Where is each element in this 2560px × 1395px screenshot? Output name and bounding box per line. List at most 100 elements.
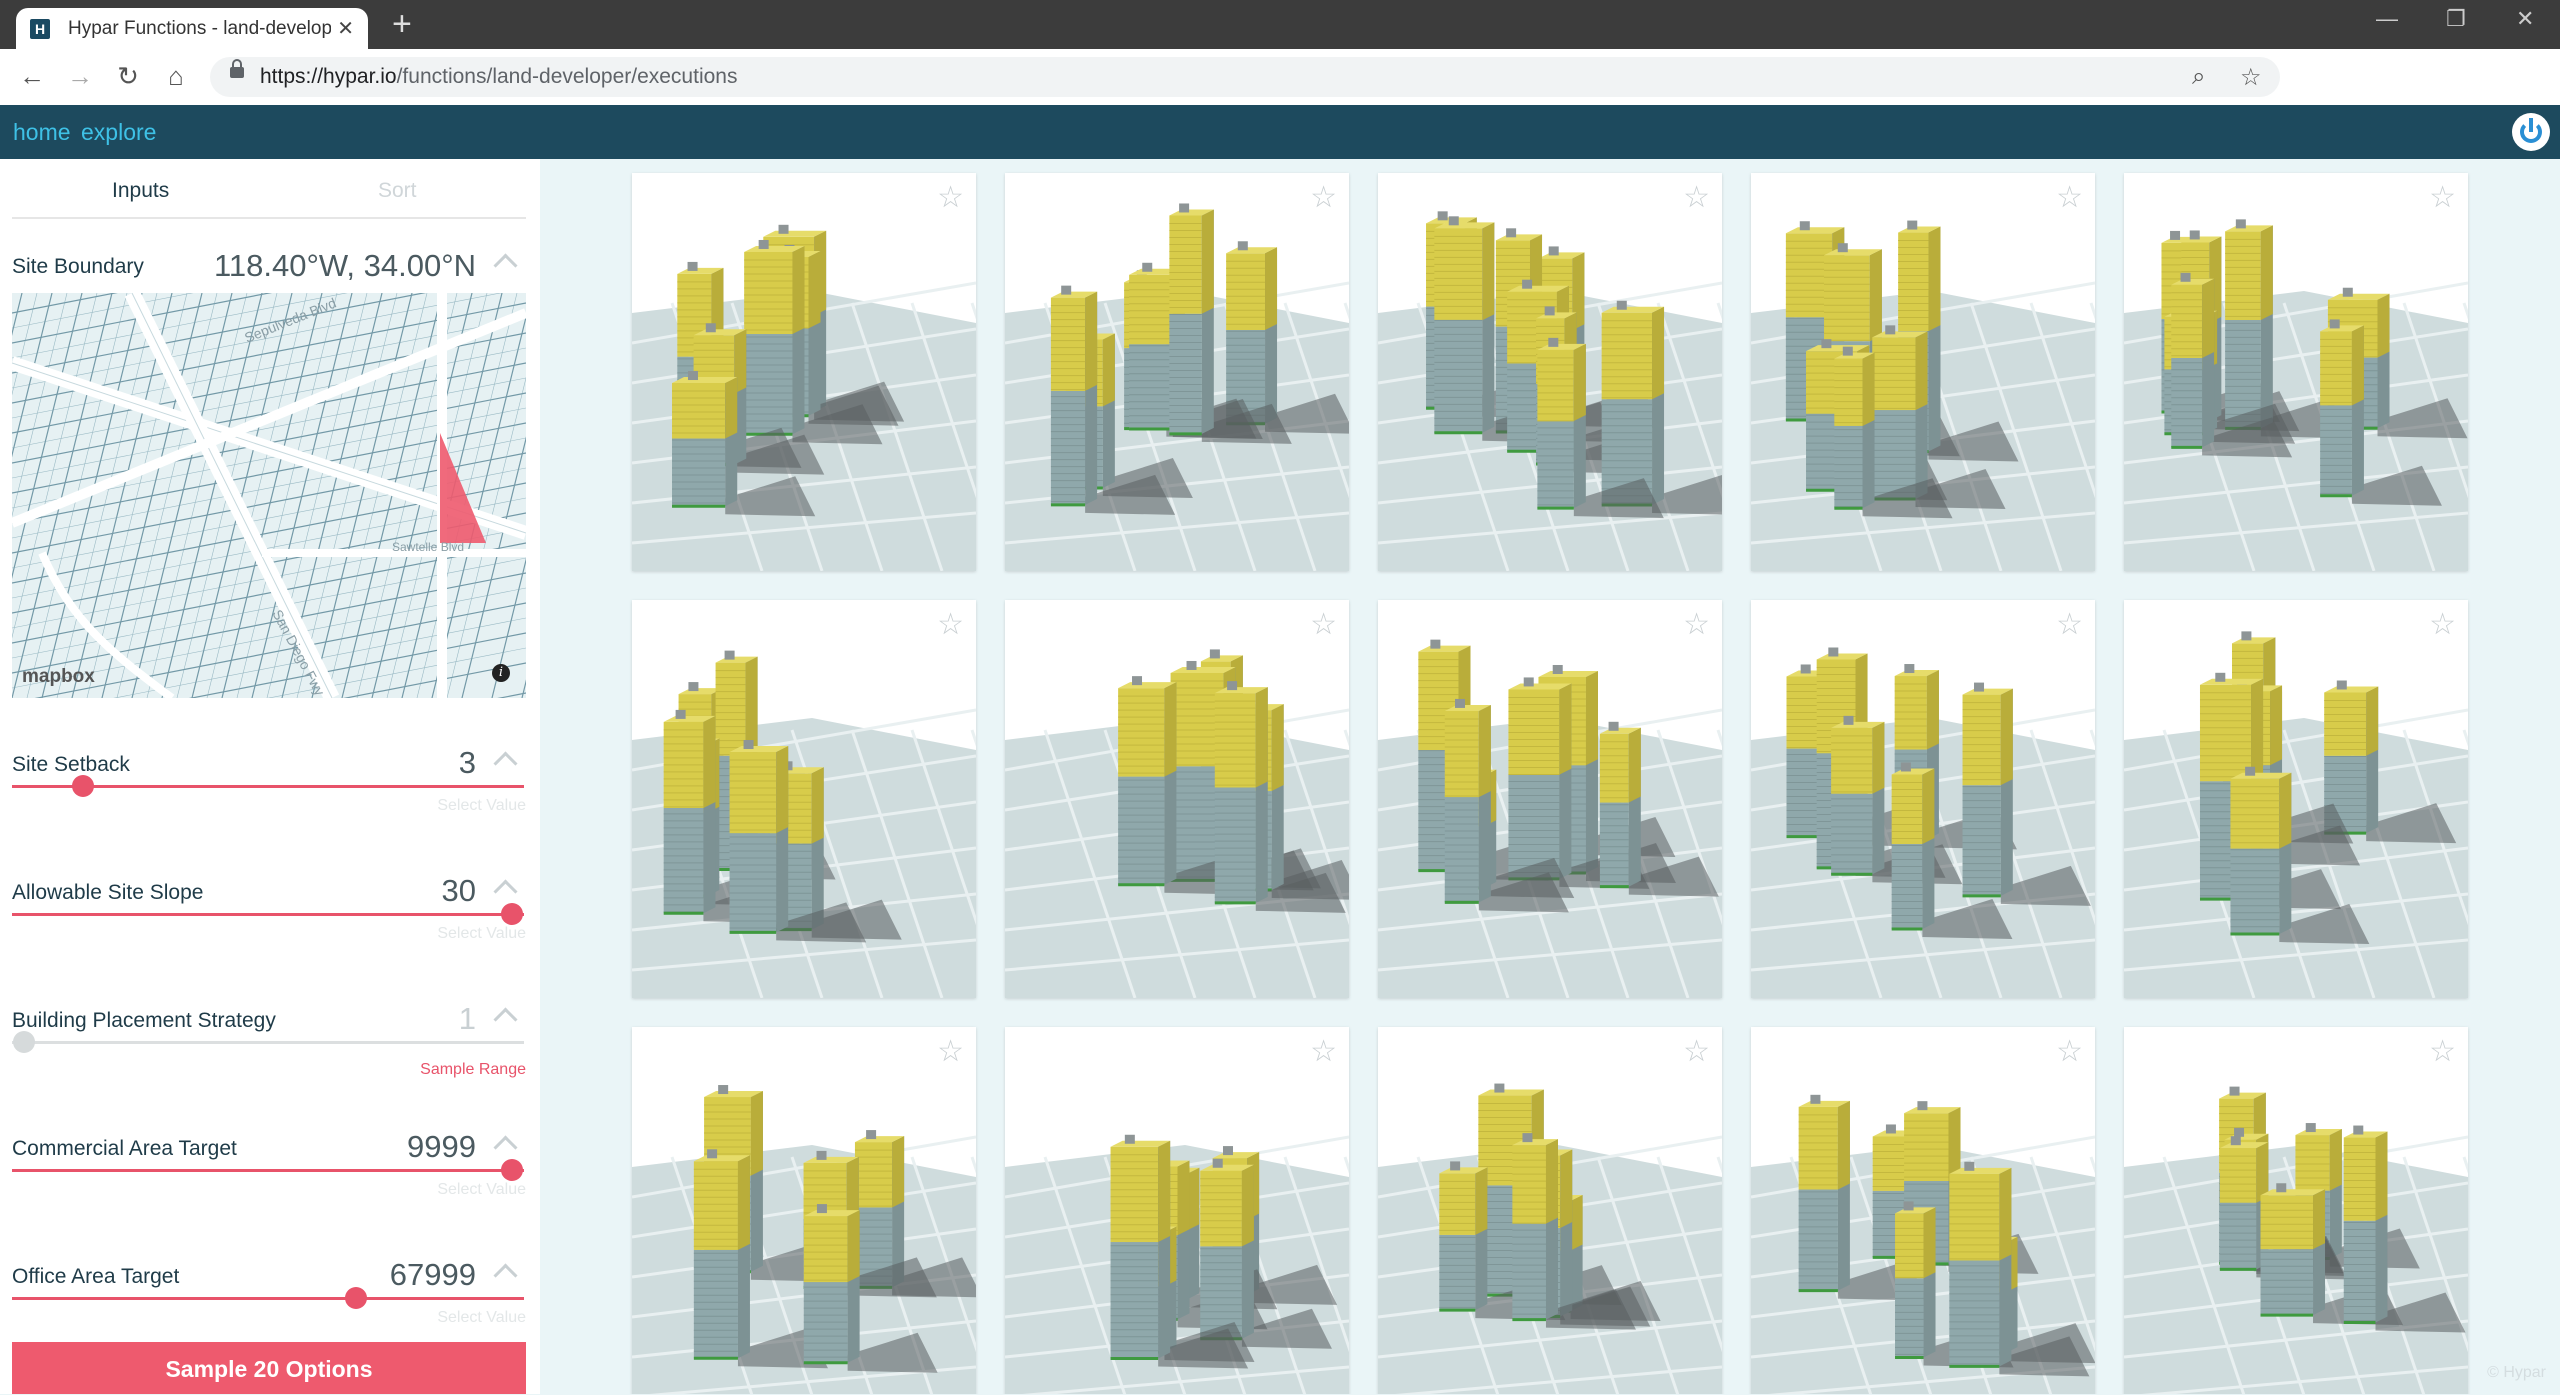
tab-title: Hypar Functions - land-develope xyxy=(68,17,332,39)
bookmark-star-icon[interactable]: ☆ xyxy=(2240,63,2262,92)
power-icon[interactable] xyxy=(2512,113,2550,151)
result-option-card[interactable]: ☆ xyxy=(2124,600,2468,998)
chevron-up-icon[interactable] xyxy=(493,751,518,776)
site-boundary-label: Site Boundary xyxy=(12,255,144,278)
favorite-star-icon[interactable]: ☆ xyxy=(2056,183,2083,213)
param-label: Office Area Target xyxy=(12,1265,180,1288)
favorite-star-icon[interactable]: ☆ xyxy=(1310,1037,1337,1067)
sample-range-link[interactable]: Sample Range xyxy=(420,1061,526,1079)
nav-home-link[interactable]: home xyxy=(13,119,71,146)
new-tab-icon[interactable]: + xyxy=(392,6,412,42)
slider-track[interactable] xyxy=(12,1169,524,1172)
favorite-star-icon[interactable]: ☆ xyxy=(2429,1037,2456,1067)
building-massing-render xyxy=(1005,1134,1349,1394)
minimize-icon[interactable]: — xyxy=(2376,6,2398,32)
result-option-card[interactable]: ☆ xyxy=(1005,173,1349,571)
hypar-favicon-icon: H xyxy=(30,18,50,39)
param-hint[interactable]: Select Value xyxy=(437,1309,526,1327)
slider-thumb[interactable] xyxy=(344,1287,367,1309)
result-option-card[interactable]: ☆ xyxy=(2124,1027,2468,1394)
watermark: © Hypar xyxy=(2487,1364,2546,1381)
reload-icon[interactable]: ↻ xyxy=(112,61,144,92)
result-option-card[interactable]: ☆ xyxy=(1751,600,2095,998)
site-boundary-value: 118.40°W, 34.00°N xyxy=(213,248,476,283)
building-massing-render xyxy=(632,650,976,998)
commercial-area-target-param: Commercial Area Target 9999 Select Value xyxy=(12,1129,526,1217)
result-option-card[interactable]: ☆ xyxy=(632,1027,976,1394)
param-hint[interactable]: Select Value xyxy=(437,797,526,815)
chevron-up-icon[interactable] xyxy=(493,879,518,904)
slider-track[interactable] xyxy=(12,1041,524,1044)
favorite-star-icon[interactable]: ☆ xyxy=(1683,1037,1710,1067)
chevron-up-icon[interactable] xyxy=(493,1007,518,1032)
result-option-card[interactable]: ☆ xyxy=(1378,1027,1722,1394)
tab-close-icon[interactable]: ✕ xyxy=(337,16,354,41)
param-value: 67999 xyxy=(389,1257,476,1292)
favorite-star-icon[interactable]: ☆ xyxy=(937,1037,964,1067)
param-value: 9999 xyxy=(407,1129,476,1164)
slider-thumb[interactable] xyxy=(501,1159,523,1181)
param-hint[interactable]: Select Value xyxy=(437,925,526,943)
map-street-label-sawtelle: Sawtelle Blvd xyxy=(392,540,464,554)
url-path: /functions/land-developer/executions xyxy=(396,65,738,88)
favorite-star-icon[interactable]: ☆ xyxy=(1310,610,1337,640)
favorite-star-icon[interactable]: ☆ xyxy=(1683,610,1710,640)
result-option-card[interactable]: ☆ xyxy=(2124,173,2468,571)
url-field[interactable]: https://hypar.io/functions/land-develope… xyxy=(210,57,2280,97)
result-option-card[interactable]: ☆ xyxy=(1751,1027,2095,1394)
sample-options-button[interactable]: Sample 20 Options xyxy=(12,1342,526,1394)
chevron-up-icon[interactable] xyxy=(493,1135,518,1160)
result-option-card[interactable]: ☆ xyxy=(1751,173,2095,571)
site-map[interactable]: Sepulveda Blvd San Diego Fwy Sawtelle Bl… xyxy=(12,293,526,698)
back-icon[interactable]: ← xyxy=(16,61,48,92)
result-option-card[interactable]: ☆ xyxy=(632,173,976,571)
result-option-card[interactable]: ☆ xyxy=(1378,600,1722,998)
building-massing-render xyxy=(2124,631,2468,998)
restore-icon[interactable]: ❐ xyxy=(2446,6,2466,32)
results-grid: © Hypar ☆ ☆ ☆ ☆ ☆ ☆ ☆ ☆ ☆ ☆ ☆ ☆ ☆ ☆ ☆ xyxy=(540,159,2560,1394)
tab-sort[interactable]: Sort xyxy=(378,179,417,203)
param-hint[interactable]: Select Value xyxy=(437,1181,526,1199)
app-header: home explore xyxy=(0,105,2560,159)
chevron-up-icon[interactable] xyxy=(493,253,518,278)
param-label: Site Setback xyxy=(12,753,130,776)
lock-icon xyxy=(230,59,244,78)
result-option-card[interactable]: ☆ xyxy=(1005,600,1349,998)
slider-thumb[interactable] xyxy=(71,775,94,797)
result-option-card[interactable]: ☆ xyxy=(1005,1027,1349,1394)
favorite-star-icon[interactable]: ☆ xyxy=(1310,183,1337,213)
slider-track[interactable] xyxy=(12,913,524,916)
nav-explore-link[interactable]: explore xyxy=(81,119,156,146)
map-info-icon[interactable]: i xyxy=(492,664,510,682)
browser-tab[interactable]: H Hypar Functions - land-develope ✕ xyxy=(16,8,368,49)
building-massing-render xyxy=(1378,1083,1722,1394)
result-option-card[interactable]: ☆ xyxy=(1378,173,1722,571)
mapbox-logo: mapbox xyxy=(22,666,95,687)
zoom-icon[interactable]: ⌕ xyxy=(2192,63,2205,91)
favorite-star-icon[interactable]: ☆ xyxy=(937,610,964,640)
favorite-star-icon[interactable]: ☆ xyxy=(1683,183,1710,213)
home-icon[interactable]: ⌂ xyxy=(160,61,192,92)
param-value: 3 xyxy=(458,745,476,780)
favorite-star-icon[interactable]: ☆ xyxy=(2056,610,2083,640)
slider-thumb[interactable] xyxy=(501,903,523,925)
building-massing-render xyxy=(2124,219,2468,571)
result-option-card[interactable]: ☆ xyxy=(632,600,976,998)
favorite-star-icon[interactable]: ☆ xyxy=(937,183,964,213)
favorite-star-icon[interactable]: ☆ xyxy=(2429,183,2456,213)
building-massing-render xyxy=(1751,220,2095,571)
office-area-target-param: Office Area Target 67999 Select Value xyxy=(12,1257,526,1335)
url-host: https://hypar.io xyxy=(260,65,397,88)
slider-track[interactable] xyxy=(12,1297,524,1300)
chevron-up-icon[interactable] xyxy=(493,1263,518,1288)
forward-icon[interactable]: → xyxy=(64,61,96,92)
slider-thumb[interactable] xyxy=(13,1031,35,1053)
building-massing-render xyxy=(1005,649,1349,998)
favorite-star-icon[interactable]: ☆ xyxy=(2056,1037,2083,1067)
favorite-star-icon[interactable]: ☆ xyxy=(2429,610,2456,640)
tab-inputs[interactable]: Inputs xyxy=(112,179,169,203)
site-setback-param: Site Setback 3 Select Value xyxy=(12,745,526,833)
building-massing-render xyxy=(1005,203,1349,571)
building-massing-render xyxy=(632,1085,976,1394)
window-close-icon[interactable]: ✕ xyxy=(2516,6,2534,32)
